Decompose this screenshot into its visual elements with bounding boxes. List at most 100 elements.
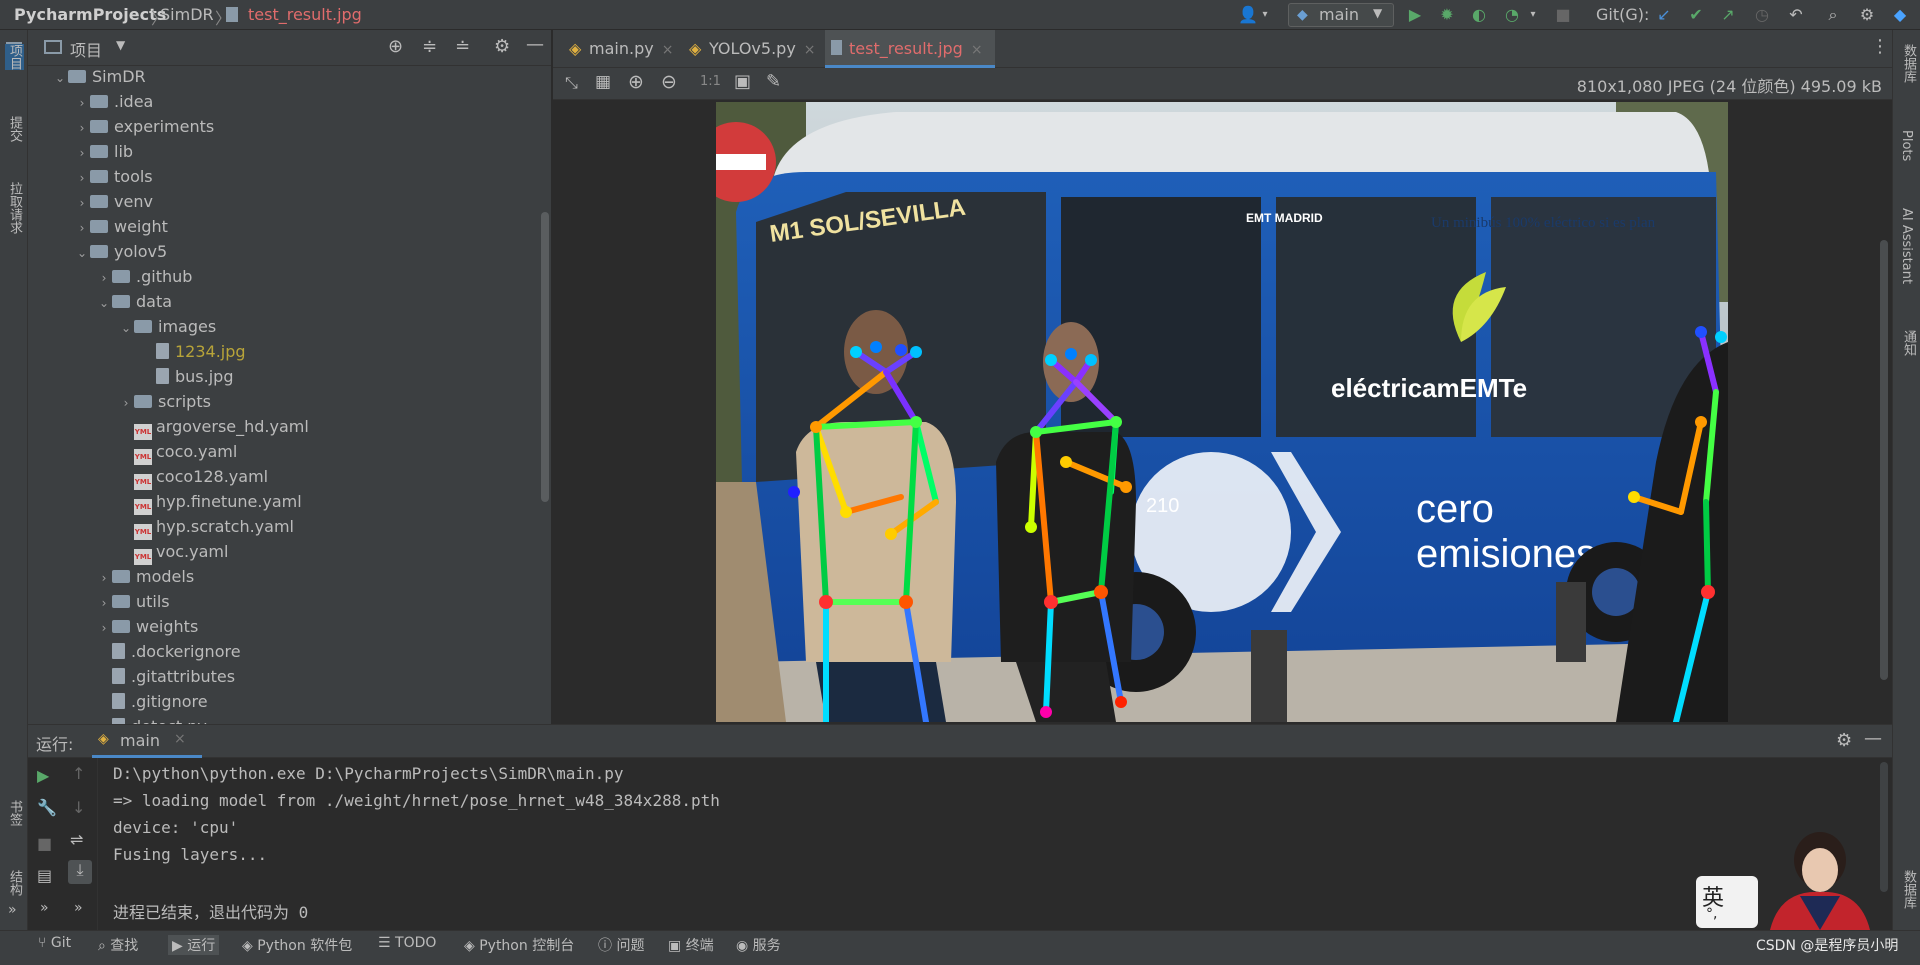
more-icon[interactable]: »	[74, 900, 83, 916]
chevron-down-icon[interactable]: ⌄	[74, 241, 90, 266]
tab-yolov5-py[interactable]: ◈ YOLOv5.py ×	[685, 30, 816, 68]
tree-item[interactable]: › scripts	[118, 389, 211, 414]
stripe-database[interactable]: 数据库	[1899, 44, 1918, 83]
stripe-project[interactable]: 项目	[5, 44, 24, 70]
tab-main-py[interactable]: ◈ main.py ×	[565, 30, 673, 68]
tree-item[interactable]: .dockerignore	[96, 639, 241, 664]
close-icon[interactable]: ×	[662, 42, 674, 58]
coverage-icon[interactable]: ◐	[1469, 5, 1489, 25]
chevron-right-icon[interactable]: ›	[96, 591, 112, 616]
debug-icon[interactable]: ✹	[1437, 5, 1457, 25]
stripe-database-bottom[interactable]: 数据库	[1899, 870, 1918, 909]
fit-zoom-icon[interactable]: ⤡	[565, 73, 578, 93]
gear-icon[interactable]: ⚙	[494, 36, 510, 57]
chevron-down-icon[interactable]: ⌄	[96, 291, 112, 316]
tree-item[interactable]: › .github	[96, 264, 193, 291]
search-icon[interactable]: ⌕	[1823, 5, 1843, 25]
stop-icon[interactable]: ■	[1553, 5, 1573, 25]
bottom-tab-run[interactable]: ▶ 运行	[168, 935, 220, 955]
project-panel-title[interactable]: 项目	[70, 37, 102, 61]
tree-item[interactable]: ⌄ data	[96, 289, 172, 314]
chevron-right-icon[interactable]: ›	[74, 191, 90, 216]
stripe-bookmarks[interactable]: 书签	[5, 800, 24, 826]
tab-test-result-jpg[interactable]: test_result.jpg ×	[825, 30, 995, 68]
tree-item[interactable]: YML hyp.finetune.yaml	[118, 489, 302, 515]
more-icon[interactable]: »	[8, 902, 17, 918]
git-push-icon[interactable]: ↗	[1718, 5, 1738, 25]
bottom-tab-problems[interactable]: ⓘ 问题	[598, 935, 644, 955]
tree-item[interactable]: › models	[96, 564, 195, 591]
chevron-down-icon[interactable]: ⌄	[52, 66, 68, 91]
chevron-down-icon[interactable]: ⌄	[118, 316, 134, 341]
console-scrollbar[interactable]	[1880, 762, 1888, 892]
bottom-tab-todo[interactable]: ☰ TODO	[378, 935, 436, 951]
collapse-all-icon[interactable]: ≐	[455, 36, 470, 57]
tree-item[interactable]: YML coco128.yaml	[118, 464, 268, 490]
tree-item[interactable]: YML argoverse_hd.yaml	[118, 414, 309, 440]
tree-item[interactable]: .gitignore	[96, 689, 208, 714]
color-picker-icon[interactable]: ✎	[766, 71, 781, 92]
editor-scrollbar[interactable]	[1880, 240, 1888, 680]
stripe-pull-requests[interactable]: 拉取请求	[5, 182, 24, 234]
close-icon[interactable]: ×	[804, 42, 816, 58]
tree-item[interactable]: › .idea	[74, 89, 154, 116]
locate-icon[interactable]: ⊕	[388, 36, 403, 57]
grid-icon[interactable]: ▦	[595, 72, 611, 92]
tree-item[interactable]: YML coco.yaml	[118, 439, 237, 465]
close-icon[interactable]: ×	[971, 42, 983, 58]
minimize-icon[interactable]: —	[526, 34, 544, 55]
git-update-icon[interactable]: ↙	[1654, 5, 1674, 25]
gear-icon[interactable]: ⚙	[1857, 5, 1877, 25]
layout-icon[interactable]: ▤	[37, 866, 52, 885]
stripe-structure[interactable]: 结构	[5, 870, 24, 896]
expand-all-icon[interactable]: ≑	[422, 36, 437, 57]
breadcrumb-file[interactable]: test_result.jpg	[248, 5, 362, 24]
bottom-tab-services[interactable]: ◉ 服务	[736, 935, 781, 955]
minimize-icon[interactable]: —	[1864, 728, 1882, 749]
run-config-selector[interactable]: ◆ main ▼	[1288, 3, 1394, 27]
tree-scrollbar[interactable]	[541, 212, 549, 502]
tree-item[interactable]: bus.jpg	[140, 364, 233, 389]
history-icon[interactable]: ◷	[1752, 5, 1772, 25]
chevron-right-icon[interactable]: ›	[74, 91, 90, 116]
background-icon[interactable]: ▣	[734, 71, 751, 92]
chevron-right-icon[interactable]: ›	[96, 566, 112, 591]
chevron-down-icon[interactable]: ▾	[1523, 5, 1543, 25]
ide-logo-icon[interactable]: ◆	[1890, 5, 1910, 25]
bottom-tab-python-packages[interactable]: ◈ Python 软件包	[242, 935, 352, 955]
breadcrumb-folder[interactable]: SimDR	[160, 5, 214, 24]
rerun-icon[interactable]: ▶	[37, 766, 49, 785]
ime-indicator[interactable]: 英 °,	[1696, 876, 1758, 928]
soft-wrap-icon[interactable]: ⇌	[70, 830, 83, 849]
tree-item[interactable]: › venv	[74, 189, 153, 214]
bottom-tab-python-console[interactable]: ◈ Python 控制台	[464, 935, 574, 955]
tree-item[interactable]: › tools	[74, 164, 153, 189]
zoom-in-icon[interactable]: ⊕	[628, 71, 644, 93]
tree-item[interactable]: detect.py	[96, 714, 207, 724]
gear-icon[interactable]: ⚙	[1836, 730, 1852, 751]
chevron-down-icon[interactable]: ▾	[1255, 5, 1275, 25]
breadcrumb-project[interactable]: PycharmProjects	[14, 5, 166, 24]
stop-icon[interactable]: ■	[37, 834, 52, 853]
tree-item[interactable]: › experiments	[74, 114, 215, 139]
chevron-down-icon[interactable]: ▼	[116, 38, 125, 52]
tree-item[interactable]: YML hyp.scratch.yaml	[118, 514, 294, 540]
tree-item[interactable]: › weight	[74, 214, 168, 239]
more-vertical-icon[interactable]: ⋮	[1871, 36, 1889, 57]
bottom-tab-find[interactable]: ⌕ 查找	[98, 935, 138, 955]
stripe-ai-assistant[interactable]: AI Assistant	[1899, 208, 1914, 284]
bottom-tab-git[interactable]: ⑂ Git	[38, 935, 71, 951]
bottom-tab-terminal[interactable]: ▣ 终端	[668, 935, 714, 955]
chevron-right-icon[interactable]: ›	[96, 266, 112, 291]
stripe-commit[interactable]: 提交	[5, 116, 24, 142]
tree-item[interactable]: 1234.jpg	[140, 339, 246, 364]
profile-icon[interactable]: ◔	[1502, 5, 1522, 25]
run-icon[interactable]: ▶	[1405, 5, 1425, 25]
run-tab-main[interactable]: ◈ main ×	[92, 725, 202, 758]
tree-item[interactable]: ⌄ SimDR	[52, 64, 146, 89]
down-arrow-icon[interactable]: ↓	[72, 798, 85, 817]
zoom-out-icon[interactable]: ⊖	[661, 71, 677, 93]
tree-item[interactable]: ⌄ yolov5	[74, 239, 167, 264]
chevron-right-icon[interactable]: ›	[118, 391, 134, 416]
more-icon[interactable]: »	[40, 900, 49, 916]
